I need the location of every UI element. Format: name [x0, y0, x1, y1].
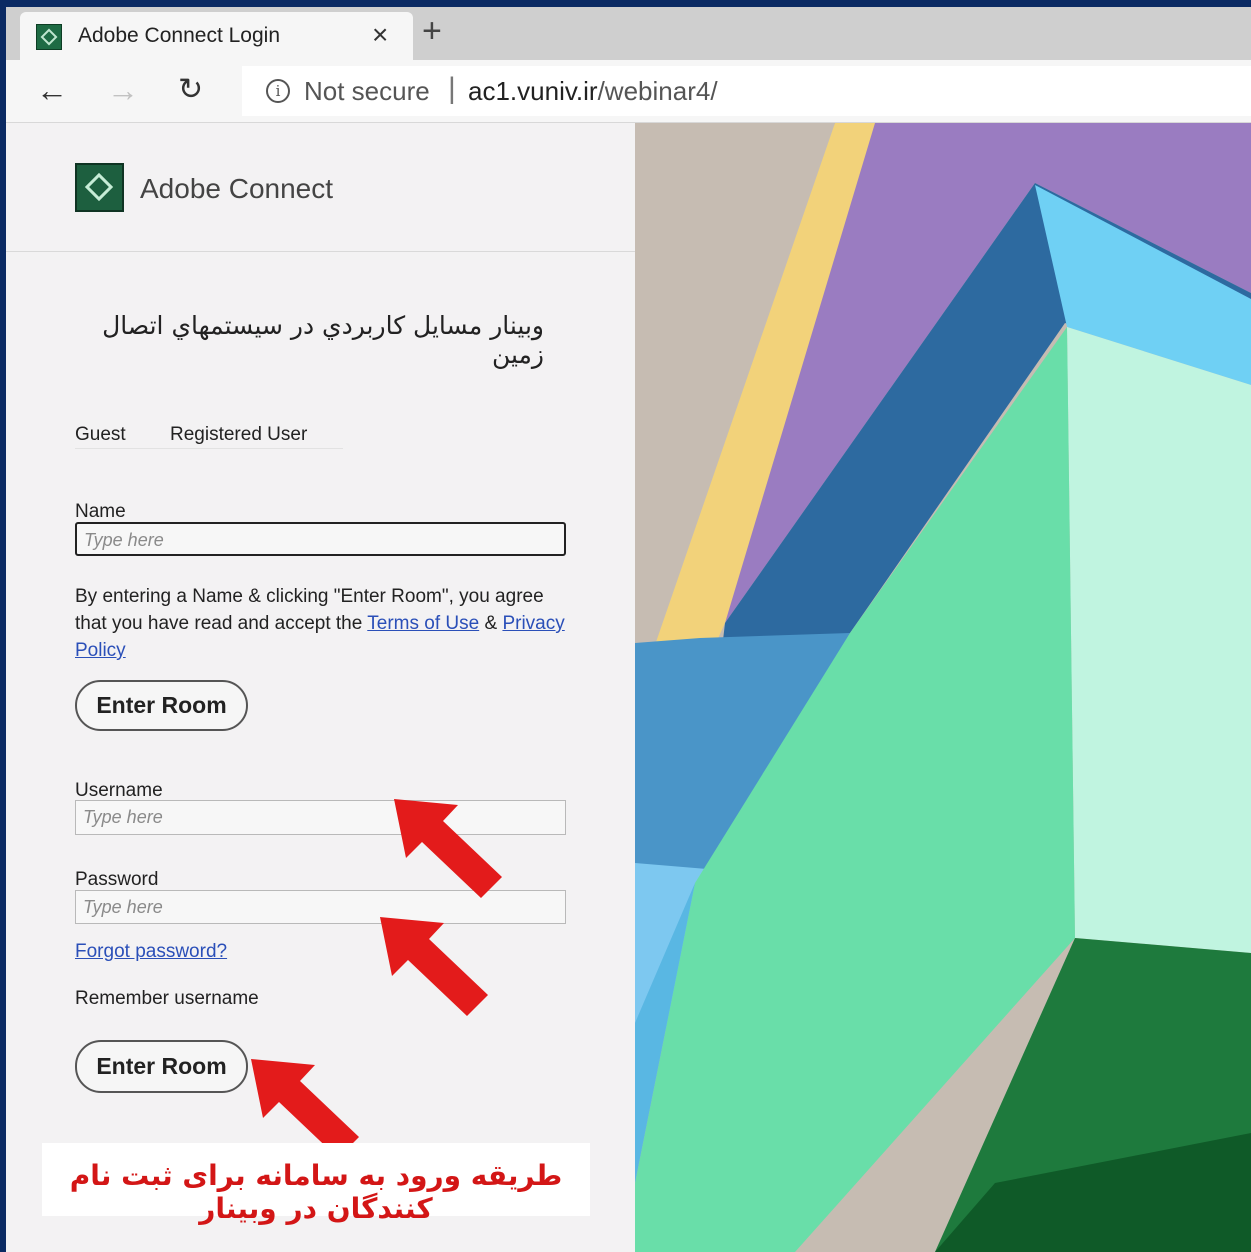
consent-text: By entering a Name & clicking "Enter Roo…	[75, 583, 575, 664]
consent-and: &	[484, 613, 498, 634]
red-arrow-username-icon	[394, 799, 502, 898]
annotation-caption: طريقه ورود به سامانه براى ثبت نام كنندگا…	[42, 1143, 590, 1225]
new-tab-icon[interactable]: +	[422, 11, 442, 51]
registered-enter-room-button[interactable]: Enter Room	[75, 1040, 248, 1093]
back-arrow-icon[interactable]: ←	[36, 70, 68, 110]
guest-enter-room-button[interactable]: Enter Room	[75, 680, 248, 731]
meeting-title: وبينار مسايل كاربردي در سيستمهاي اتصال ز…	[102, 311, 544, 369]
tab-registered-user[interactable]: Registered User	[170, 424, 307, 446]
address-bar[interactable]: i Not secure | ac1.vuniv.ir/webinar4/	[242, 66, 1251, 116]
name-label: Name	[75, 501, 126, 522]
info-icon[interactable]: i	[266, 79, 290, 103]
header-divider	[6, 251, 635, 252]
name-input[interactable]: Type here	[75, 522, 566, 556]
red-arrow-password-icon	[380, 917, 488, 1016]
username-label: Username	[75, 780, 163, 801]
annotation-caption-text: طريقه ورود به سامانه براى ثبت نام كنندگا…	[69, 1159, 563, 1225]
tab-guest[interactable]: Guest	[75, 424, 126, 446]
browser-toolbar: ← → ↻ i Not secure | ac1.vuniv.ir/webina…	[6, 60, 1251, 123]
tab-title: Adobe Connect Login	[78, 24, 280, 47]
url-path: /webinar4/	[597, 76, 718, 106]
security-label[interactable]: Not secure	[304, 76, 430, 107]
browser-window: Adobe Connect Login × + ← → ↻ i Not secu…	[6, 7, 1251, 1252]
terms-of-use-link[interactable]: Terms of Use	[367, 613, 479, 634]
remember-username-label[interactable]: Remember username	[75, 988, 259, 1010]
reload-icon[interactable]: ↻	[178, 70, 203, 110]
url-host: ac1.vuniv.ir	[468, 76, 598, 106]
tab-bar: Adobe Connect Login × +	[6, 7, 1251, 60]
close-tab-icon[interactable]: ×	[372, 20, 388, 50]
tabs-underline	[75, 448, 343, 449]
url-text[interactable]: ac1.vuniv.ir/webinar4/	[468, 76, 718, 107]
forgot-password-link[interactable]: Forgot password?	[75, 941, 227, 963]
brand-name: Adobe Connect	[140, 173, 334, 204]
geometric-illustration	[635, 123, 1251, 1252]
browser-tab[interactable]: Adobe Connect Login ×	[20, 12, 413, 60]
password-label: Password	[75, 869, 159, 890]
adobe-connect-logo-icon	[75, 163, 124, 212]
address-separator: |	[448, 72, 456, 105]
background-artwork	[635, 123, 1251, 1252]
adobe-connect-favicon-icon	[36, 24, 62, 50]
forward-arrow-icon[interactable]: →	[107, 70, 139, 110]
